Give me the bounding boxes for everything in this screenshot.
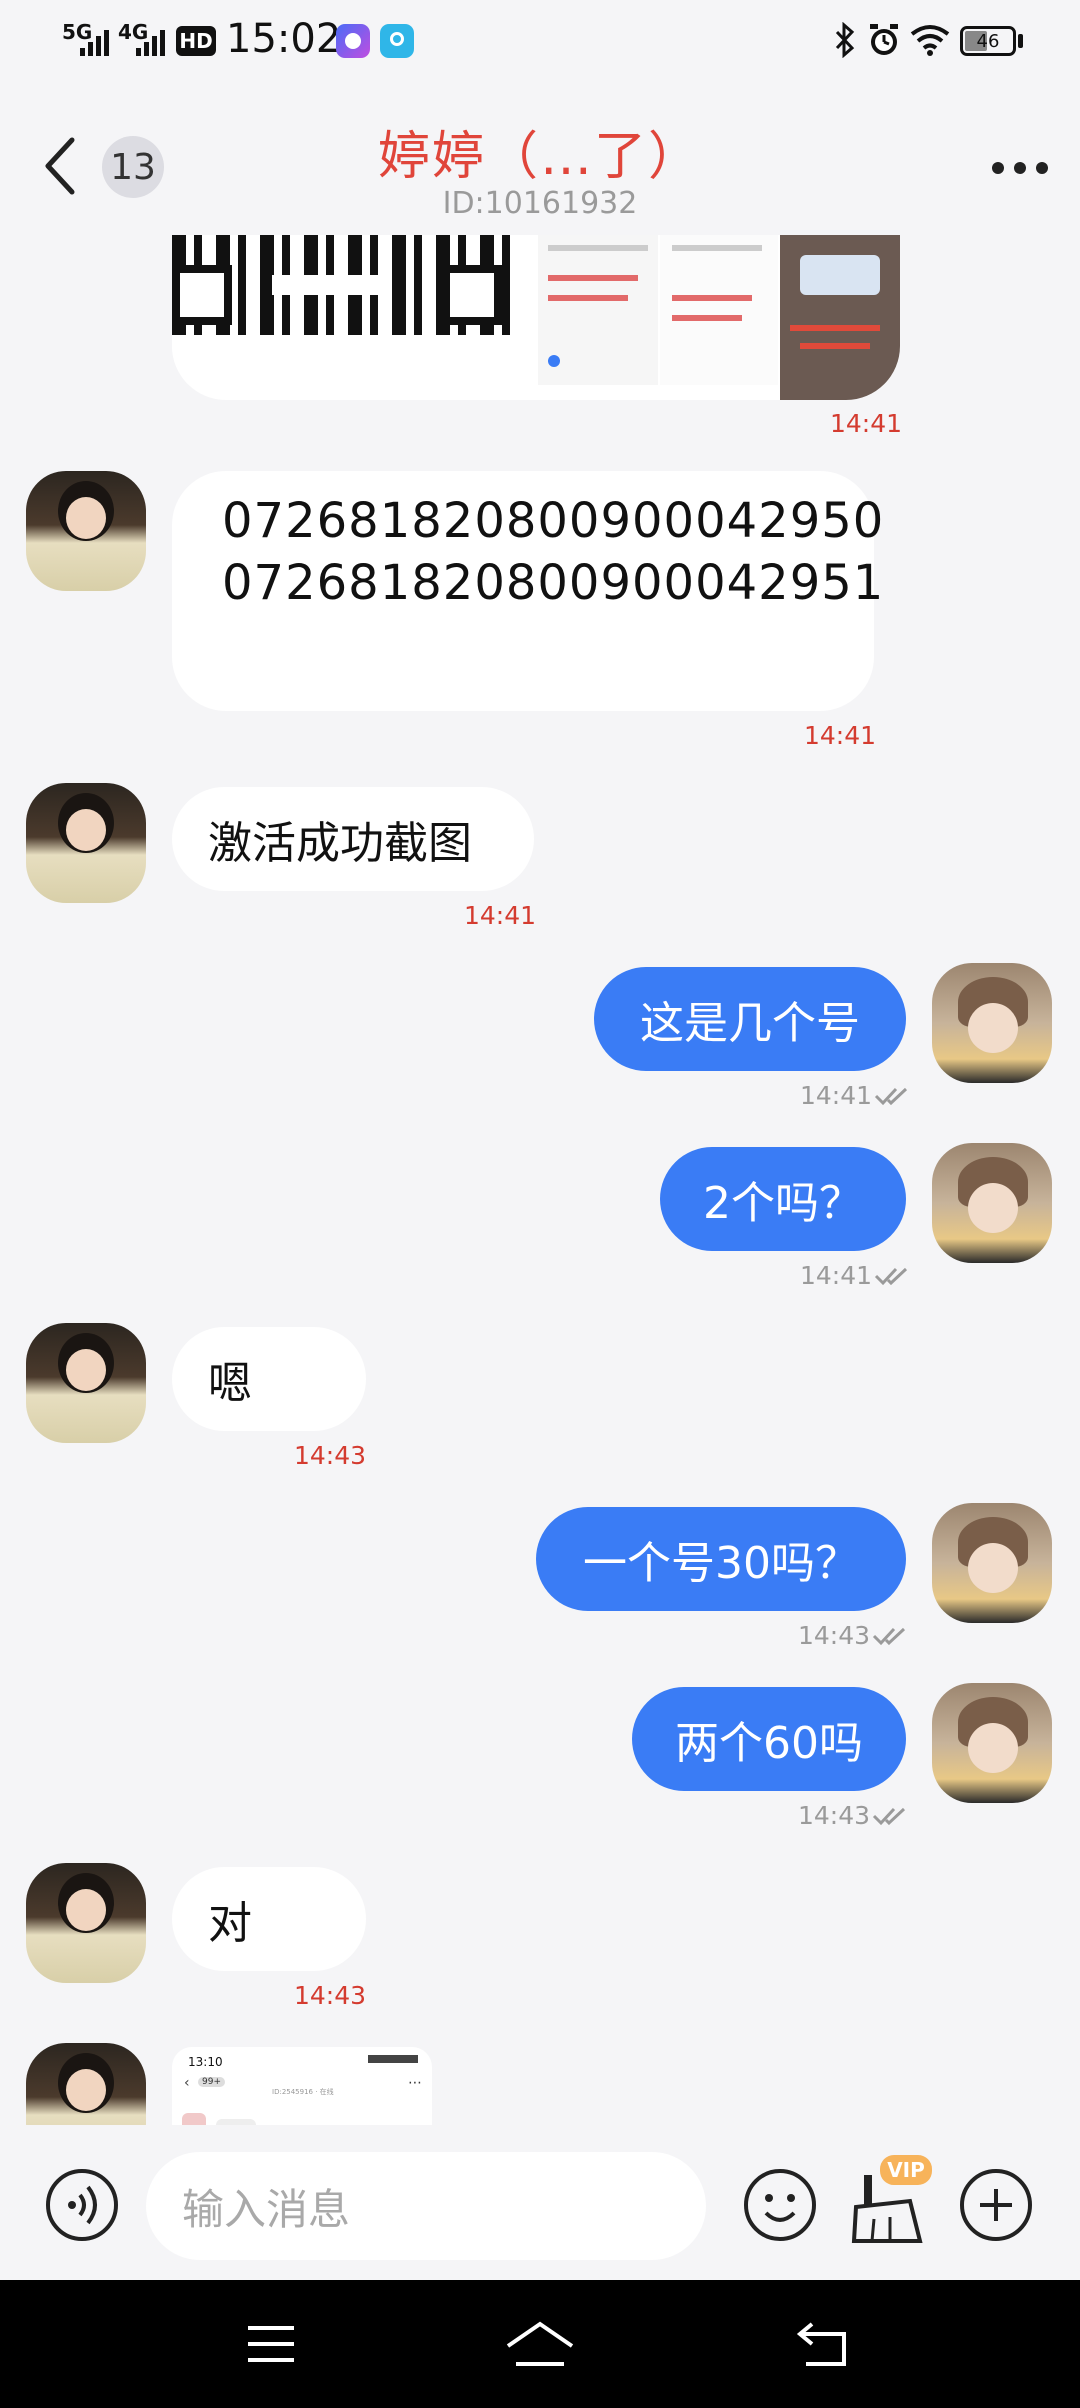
message-text: 2个吗？ [703, 1178, 863, 1229]
clock: 15:02 [226, 16, 342, 62]
message-text: 对 [208, 1898, 252, 1949]
home-nav-icon[interactable] [504, 2320, 576, 2368]
contact-avatar[interactable] [26, 471, 146, 591]
my-avatar[interactable] [932, 963, 1052, 1083]
message-status: 14:43 [798, 1621, 908, 1650]
screenshot-thumb-1 [538, 235, 658, 385]
message-status: 14:41 [800, 1081, 910, 1110]
status-bar: 5G 4G HD 15:02 46 [0, 0, 1080, 80]
back-nav-icon[interactable] [796, 2320, 852, 2368]
emoji-icon[interactable] [742, 2167, 818, 2243]
more-icon[interactable] [990, 158, 1050, 178]
message-input[interactable]: 输入消息 [146, 2152, 706, 2260]
message-time: 14:41 [800, 1261, 873, 1290]
screenshot-avatar [182, 2113, 206, 2125]
chat-title: 婷婷（…了） [377, 127, 702, 187]
contact-avatar[interactable] [26, 1863, 146, 1983]
my-avatar[interactable] [932, 1143, 1052, 1263]
message-bubble-sent[interactable]: 两个60吗 [632, 1687, 906, 1791]
message-text-line: 072681820800900042950 [222, 493, 885, 549]
message-bubble-sent[interactable]: 这是几个号 [594, 967, 906, 1071]
plus-icon[interactable] [958, 2167, 1034, 2243]
read-check-icon [874, 1267, 908, 1285]
read-check-icon [872, 1627, 906, 1645]
menu-nav-icon[interactable] [246, 2324, 296, 2364]
message-time: 14:41 [830, 409, 903, 438]
battery-level: 46 [976, 30, 1000, 52]
contact-avatar[interactable] [26, 783, 146, 903]
alarm-icon [870, 24, 898, 55]
message-time: 14:43 [798, 1801, 871, 1830]
voice-icon[interactable] [44, 2167, 120, 2243]
message-bubble-sent[interactable]: 2个吗？ [660, 1147, 906, 1251]
my-avatar[interactable] [932, 1503, 1052, 1623]
screenshot-status-icons [368, 2055, 418, 2063]
wifi-icon [910, 25, 950, 56]
image-message[interactable] [172, 235, 900, 400]
my-avatar[interactable] [932, 1683, 1052, 1803]
camera-app-icon [336, 24, 370, 58]
qr-code-image [172, 235, 512, 370]
screenshot-back-icon: ‹ [184, 2075, 190, 2091]
hd-icon: HD [176, 26, 216, 56]
message-bubble[interactable]: 072681820800900042950 072681820800900042… [172, 471, 883, 711]
message-time: 14:43 [294, 1441, 367, 1470]
screenshot-id: ID:2545916 · 在线 [272, 2088, 334, 2096]
screenshot-thumb-3 [780, 235, 900, 400]
signal-icon [80, 30, 109, 56]
hotspot-app-icon [380, 24, 414, 58]
message-bubble[interactable]: 激活成功截图 [172, 787, 534, 891]
user-id: ID:10161932 [442, 186, 638, 221]
screenshot-inner-time: 13:10 [188, 2055, 223, 2069]
message-text: 这是几个号 [640, 998, 860, 1049]
message-text: 两个60吗 [675, 1718, 863, 1769]
contact-avatar[interactable] [26, 2043, 146, 2125]
message-list[interactable]: 14:41 072681820800900042950 072681820800… [0, 235, 1080, 2125]
message-time: 14:43 [798, 1621, 871, 1650]
read-check-icon [874, 1087, 908, 1105]
message-text-line: 072681820800900042951 [222, 555, 885, 611]
message-text: 激活成功截图 [208, 818, 472, 869]
input-bar: 输入消息 VIP [0, 2125, 1080, 2280]
message-time: 14:43 [294, 1981, 367, 2010]
message-text: 嗯 [208, 1358, 252, 1409]
message-bubble[interactable]: 嗯 [172, 1327, 366, 1431]
read-check-icon [872, 1807, 906, 1825]
screenshot-badge: 99+ [198, 2077, 225, 2087]
vip-badge: VIP [880, 2155, 932, 2185]
image-message[interactable]: 13:10 ‹ 99+ ID:2545916 · 在线 ⋯ [172, 2047, 432, 2125]
message-status: 14:43 [798, 1801, 908, 1830]
chat-header: 13 婷婷（…了） ID:10161932 [0, 80, 1080, 235]
message-bubble-sent[interactable]: 一个号30吗？ [536, 1507, 906, 1611]
screenshot-more-icon: ⋯ [408, 2075, 422, 2091]
message-time: 14:41 [804, 721, 877, 750]
message-time: 14:41 [800, 1081, 873, 1110]
message-status: 14:41 [800, 1261, 910, 1290]
message-bubble[interactable]: 对 [172, 1867, 366, 1971]
navigation-bar [0, 2280, 1080, 2408]
message-text: 一个号30吗？ [583, 1538, 859, 1589]
screenshot-thumb-2 [660, 235, 778, 385]
bluetooth-icon [835, 22, 855, 58]
battery-tip [1018, 34, 1023, 48]
signal-icon [136, 30, 165, 56]
message-time: 14:41 [464, 901, 537, 930]
battery-icon: 46 [960, 26, 1016, 56]
contact-avatar[interactable] [26, 1323, 146, 1443]
